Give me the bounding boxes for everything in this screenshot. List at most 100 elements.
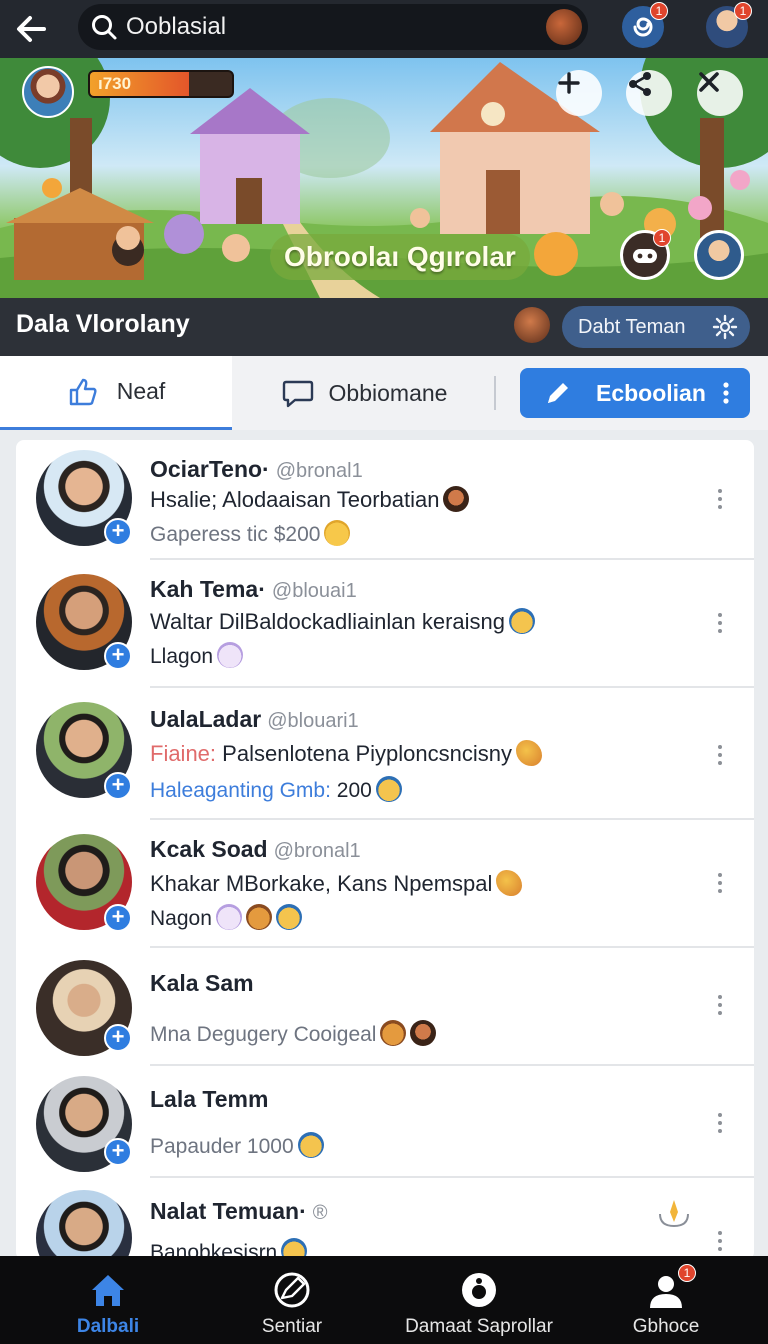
post-subtext: Llagon	[150, 645, 214, 668]
back-arrow-icon	[17, 16, 46, 42]
close-button[interactable]	[697, 70, 743, 116]
follow-plus-button[interactable]: +	[104, 1024, 132, 1052]
share-button[interactable]	[626, 70, 672, 116]
pencil-icon	[548, 383, 568, 403]
post-author-name[interactable]: Kcak Soad	[150, 836, 268, 862]
nav-damaat-label: Damaat Saprollar	[405, 1316, 553, 1337]
list-item[interactable]: + Lala Temm Papauder 1000	[16, 1066, 754, 1178]
nav-profile-badge: 1	[678, 1264, 696, 1282]
close-icon	[699, 72, 719, 92]
share-icon	[629, 72, 651, 96]
search-icon	[92, 15, 117, 40]
more-options-button[interactable]	[714, 1110, 726, 1136]
list-item[interactable]: Nalat Temuan· ® Banobkesisrn	[16, 1178, 754, 1260]
tab-separator	[494, 376, 496, 410]
hero-banner: ı730 Obroolaı Qgırolar 1	[0, 58, 768, 298]
more-vertical-icon[interactable]	[722, 381, 730, 405]
post-text: Waltar DilBaldockadliainlan keraisng	[150, 609, 506, 634]
post-label: Haleaganting Gmb:	[150, 779, 331, 802]
character-emoji-icon	[443, 486, 470, 512]
game-controller-button[interactable]: 1	[620, 229, 671, 280]
follow-plus-button[interactable]: +	[104, 904, 132, 932]
post-author-name[interactable]: UalaLadar	[150, 706, 261, 732]
tab-obbiomane[interactable]: Obbiomane	[232, 356, 496, 430]
follow-plus-button[interactable]: +	[104, 642, 132, 670]
more-options-button[interactable]	[714, 1228, 726, 1254]
nav-gbhoce[interactable]: 1 Gbhoce	[606, 1256, 726, 1344]
pink-creature-icon	[215, 904, 242, 930]
post-subtext: Mna Deguɡery Cooigeal	[150, 1023, 377, 1046]
smile-emoji-icon	[324, 520, 351, 546]
post-author-handle: @blouari1	[267, 710, 359, 732]
add-button[interactable]	[556, 70, 602, 116]
list-item[interactable]: + OciarTeno· @bronal1 Hsalie; Alodaaisan …	[16, 440, 754, 560]
hero-title: Obroolaı Qgırolar	[270, 234, 530, 280]
controller-badge: 1	[653, 229, 671, 247]
tab-ecboolian[interactable]: Ecboolian	[520, 368, 750, 418]
nav-sentiar[interactable]: Sentiar	[232, 1256, 352, 1344]
post-author-name[interactable]: Lala Temm	[150, 1086, 268, 1112]
group-title: Dala Vlorolany	[16, 310, 190, 338]
profile-avatar-button[interactable]: 1	[706, 2, 752, 48]
leaf-emoji-icon	[496, 870, 523, 896]
notification-badge: 1	[650, 2, 668, 20]
notification-button[interactable]: 1	[622, 2, 668, 48]
post-author-handle: ®	[312, 1202, 328, 1224]
hero-friend-avatar[interactable]	[694, 230, 744, 280]
tab-neaf-label: Neaf	[116, 378, 166, 404]
list-item[interactable]: + Kcak Soad @bronal1 Khakar MBorkake, Kan…	[16, 820, 754, 948]
post-author-name[interactable]: Kah Tema·	[150, 576, 266, 602]
post-author-handle: @bronal1	[273, 840, 361, 862]
nav-sentiar-label: Sentiar	[261, 1316, 323, 1337]
fox-emoji-icon	[245, 904, 272, 930]
search-avatar[interactable]	[546, 9, 582, 45]
post-list: + OciarTeno· @bronal1 Hsalie; Alodaaisan …	[16, 440, 754, 1260]
search-bar[interactable]: Ooblasial	[78, 4, 588, 50]
add-friend-button[interactable]: Dabt Teman	[562, 306, 750, 348]
thumbs-up-icon	[69, 378, 97, 405]
player-avatar[interactable]	[22, 66, 74, 118]
back-button[interactable]	[0, 0, 62, 58]
post-subtext: Nagon	[150, 907, 212, 930]
post-subtext: 200	[336, 779, 372, 802]
nav-damaat[interactable]: Damaat Saprollar	[394, 1256, 564, 1344]
avatar[interactable]	[36, 1190, 132, 1260]
xp-progress-bar: ı730	[88, 70, 234, 98]
tab-ecboolian-label: Ecboolian	[596, 379, 706, 406]
more-options-button[interactable]	[714, 610, 726, 636]
post-author-name[interactable]: Kala Sam	[150, 970, 254, 996]
gear-icon[interactable]	[712, 314, 738, 340]
app-root: Ooblasial 1 1 ı730 Obroolaı Qgırolar 1 D…	[0, 0, 768, 1344]
follow-plus-button[interactable]: +	[104, 518, 132, 546]
home-icon	[92, 1275, 124, 1306]
post-author-name[interactable]: OciarTeno·	[150, 456, 270, 482]
xp-text: ı730	[98, 74, 132, 93]
more-options-button[interactable]	[714, 486, 726, 512]
group-avatar[interactable]	[514, 307, 550, 343]
more-options-button[interactable]	[714, 870, 726, 896]
cool-emoji-icon	[509, 608, 536, 634]
tab-obbiomane-label: Obbiomane	[328, 379, 448, 406]
character-emoji-icon	[410, 1020, 437, 1046]
reaction-icon[interactable]	[656, 1196, 692, 1230]
list-item[interactable]: + Kah Tema· @blouai1 Waltar DilBaldockadl…	[16, 560, 754, 688]
top-bar: Ooblasial 1 1	[0, 0, 768, 58]
more-options-button[interactable]	[714, 742, 726, 768]
nav-home-label: Dalbali	[76, 1316, 140, 1337]
follow-plus-button[interactable]: +	[104, 1138, 132, 1166]
more-options-button[interactable]	[714, 992, 726, 1018]
follow-plus-button[interactable]: +	[104, 772, 132, 800]
leaf-emoji-icon	[516, 740, 543, 766]
nav-home[interactable]: Dalbali	[48, 1256, 168, 1344]
tab-neaf[interactable]: Neaf	[0, 356, 232, 430]
post-text: Khakar MBorkake, Kans Npemspal	[150, 871, 493, 896]
search-text: Ooblasial	[126, 13, 227, 40]
circle-dot-icon	[462, 1273, 496, 1307]
list-item[interactable]: + Kala Sam Mna Deguɡery Cooigeal	[16, 948, 754, 1066]
post-author-name[interactable]: Nalat Temuan·	[150, 1198, 307, 1224]
list-item[interactable]: + UalaLadar @blouari1 Fiaine: Palsenloten…	[16, 688, 754, 820]
tab-bar: Neaf Obbiomane Ecboolian	[0, 356, 768, 430]
cool-emoji-icon	[375, 776, 402, 802]
post-label: Fiaine:	[150, 741, 217, 766]
post-subtext: Gaperess tic $200	[150, 523, 321, 546]
